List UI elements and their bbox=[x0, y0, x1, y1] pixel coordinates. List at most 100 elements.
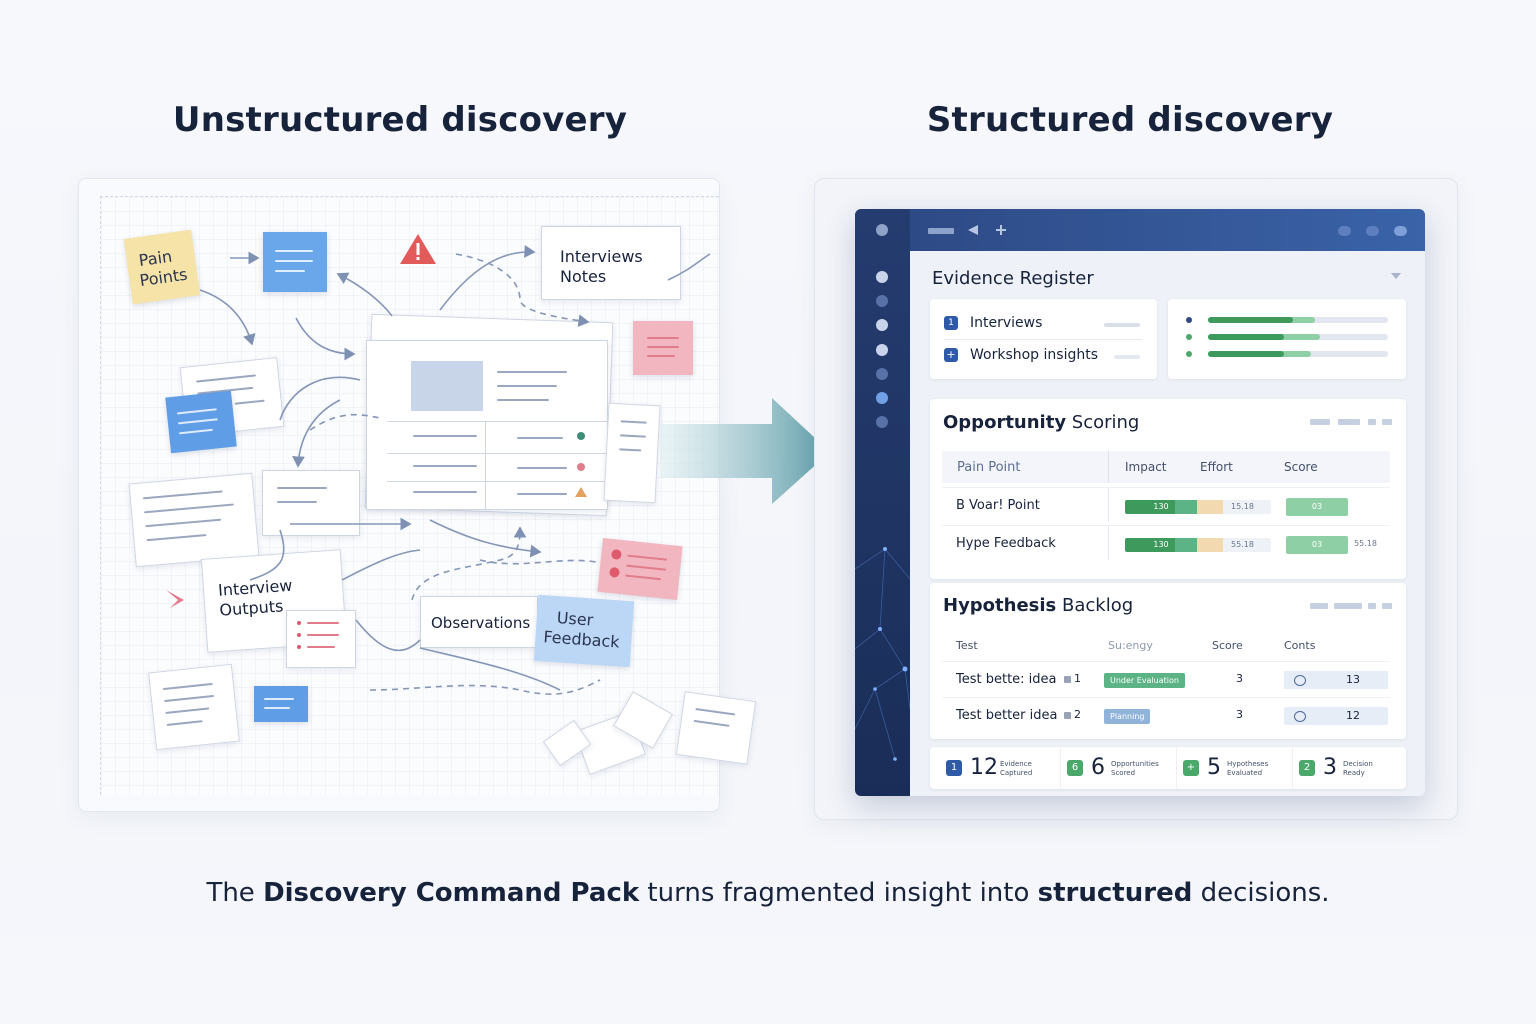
score-badge: 03 bbox=[1286, 536, 1348, 554]
stat-label-2: Scored bbox=[1111, 769, 1136, 777]
crumpled-paper-1 bbox=[675, 691, 757, 765]
interviews-notes-line2: Notes bbox=[560, 267, 607, 286]
count-pill: 13 bbox=[1284, 671, 1388, 689]
sidebar-nav-item-1[interactable] bbox=[876, 271, 888, 283]
add-insight-icon: + bbox=[944, 348, 958, 362]
row-pain-point-name: Hype Feedback bbox=[956, 536, 1056, 551]
discovery-app-window: Evidence Register 1 Interviews + Worksho… bbox=[855, 209, 1425, 796]
progress-fill-main bbox=[1208, 351, 1284, 357]
interviews-notes-card: Interviews Notes bbox=[541, 226, 681, 300]
col-effort[interactable]: Effort bbox=[1200, 460, 1233, 474]
count-chat-icon bbox=[1294, 711, 1306, 722]
count-pill: 12 bbox=[1284, 707, 1388, 725]
sidebar-nav-item-5[interactable] bbox=[876, 368, 888, 380]
blue-sticky-bottom bbox=[254, 686, 308, 722]
evidence-item-interviews[interactable]: 1 Interviews bbox=[944, 315, 1144, 335]
evidence-register-title: Evidence Register bbox=[932, 268, 1094, 289]
col-pain-point[interactable]: Pain Point bbox=[957, 460, 1020, 475]
stat-icon: 6 bbox=[1067, 760, 1083, 776]
progress-fill-main bbox=[1208, 317, 1293, 323]
evidence-collapse-chevron-icon[interactable] bbox=[1391, 273, 1401, 279]
doc-side-page bbox=[603, 402, 661, 504]
col-score[interactable]: Score bbox=[1284, 460, 1318, 474]
stat-icon: + bbox=[1183, 760, 1199, 776]
pink-sticky-lower bbox=[597, 537, 683, 601]
sidebar-nav-item-4[interactable] bbox=[876, 344, 888, 356]
stat-label-2: Ready bbox=[1343, 769, 1365, 777]
impact-bar: 130 55.18 bbox=[1125, 538, 1271, 552]
evidence-progress-row bbox=[1186, 334, 1396, 342]
stats-bar: 1 12 Evidence Captured 6 6 Opportunities Scored… bbox=[930, 747, 1406, 789]
blue-sticky-top bbox=[263, 232, 327, 292]
scoring-toolbar-icons[interactable] bbox=[1310, 419, 1394, 425]
sidebar-nav-dot-top[interactable] bbox=[876, 224, 888, 236]
paper-bottom-left bbox=[148, 663, 240, 751]
col-counts[interactable]: Conts bbox=[1284, 639, 1315, 652]
progress-dot bbox=[1186, 317, 1192, 323]
unstructured-heading: Unstructured discovery bbox=[172, 100, 628, 140]
topbar-window-dot-1[interactable] bbox=[1338, 226, 1351, 236]
stat-label-1: Hypotheses bbox=[1227, 760, 1269, 768]
backlog-table-row[interactable]: Test better idea 2 Planning 3 12 bbox=[942, 697, 1390, 732]
hypothesis-score: 3 bbox=[1236, 672, 1243, 685]
score-badge: 03 bbox=[1286, 498, 1348, 516]
paper-mid bbox=[262, 470, 360, 536]
status-dot-red bbox=[577, 463, 585, 471]
hypothesis-name: Test bette: idea bbox=[956, 672, 1057, 687]
status-badge[interactable]: Planning bbox=[1104, 709, 1151, 724]
stat-label-1: Opportunities bbox=[1111, 760, 1159, 768]
stat-label-1: Decision bbox=[1343, 760, 1373, 768]
backlog-toolbar-icons[interactable] bbox=[1310, 603, 1394, 609]
count-chat-icon bbox=[1294, 675, 1306, 686]
doc-stack-main bbox=[366, 340, 608, 510]
opportunity-scoring-section: Opportunity Scoring Pain Point Impact Ef… bbox=[930, 399, 1406, 579]
sidebar-nav-item-2[interactable] bbox=[876, 295, 888, 307]
pink-sticky-top bbox=[633, 321, 693, 375]
topbar-add-icon[interactable] bbox=[996, 225, 1006, 235]
topbar-window-dot-2[interactable] bbox=[1366, 226, 1379, 236]
sidebar-nav-item-7[interactable] bbox=[876, 416, 888, 428]
user-feedback-line1: User bbox=[556, 608, 594, 630]
interviews-icon: 1 bbox=[944, 316, 958, 330]
sidebar-nav-check-icon[interactable] bbox=[876, 392, 888, 404]
doc-chart-thumbnail bbox=[411, 361, 483, 411]
stat-icon: 1 bbox=[946, 760, 962, 776]
evidence-list-card: 1 Interviews + Workshop insights bbox=[930, 299, 1157, 379]
col-impact[interactable]: Impact bbox=[1125, 460, 1167, 474]
stat-value: 12 bbox=[970, 755, 998, 780]
hypothesis-backlog-title: Hypothesis Backlog bbox=[943, 595, 1134, 616]
backlog-table-header: Test Su:engy Score Conts bbox=[942, 631, 1390, 659]
effort-value: 15.18 bbox=[1231, 502, 1254, 511]
evidence-item-label: Workshop insights bbox=[970, 347, 1099, 363]
backlog-table-row[interactable]: Test bette: idea 1 Under Evaluation 3 13 bbox=[942, 661, 1390, 696]
user-feedback-line2: Feedback bbox=[542, 627, 621, 652]
user-feedback-note: User Feedback bbox=[533, 594, 635, 668]
col-score[interactable]: Score bbox=[1212, 639, 1243, 652]
progress-dot bbox=[1186, 334, 1192, 340]
effort-value: 55.18 bbox=[1231, 540, 1254, 549]
stat-icon: 2 bbox=[1299, 760, 1315, 776]
network-pattern-icon bbox=[855, 547, 910, 761]
scoring-table-row[interactable]: Hype Feedback 130 55.18 03 55.18 bbox=[942, 525, 1390, 560]
stat-value: 3 bbox=[1323, 755, 1337, 780]
topbar-window-dot-3[interactable] bbox=[1394, 226, 1407, 236]
score-extra: 55.18 bbox=[1354, 539, 1377, 548]
hypothesis-tag-icon bbox=[1064, 676, 1071, 683]
structured-heading: Structured discovery bbox=[926, 100, 1334, 140]
sidebar-nav-item-3[interactable] bbox=[876, 319, 888, 331]
col-test[interactable]: Test bbox=[956, 639, 978, 652]
hypothesis-number: 1 bbox=[1074, 672, 1081, 685]
col-strategy[interactable]: Su:engy bbox=[1108, 639, 1153, 652]
stat-value: 6 bbox=[1091, 755, 1105, 780]
pain-points-note: Pain Points bbox=[123, 229, 201, 305]
status-badge[interactable]: Under Evaluation bbox=[1104, 673, 1185, 688]
scoring-table-row[interactable]: B Voar! Point 130 15.18 03 bbox=[942, 487, 1390, 522]
impact-bar: 130 15.18 bbox=[1125, 500, 1271, 514]
stat-label-2: Evaluated bbox=[1227, 769, 1263, 777]
topbar-menu-icon[interactable] bbox=[928, 228, 954, 234]
hypothesis-number: 2 bbox=[1074, 708, 1081, 721]
count-value: 13 bbox=[1346, 673, 1360, 686]
topbar-back-icon[interactable] bbox=[968, 225, 978, 235]
scoring-table-header: Pain Point Impact Effort Score bbox=[942, 451, 1390, 483]
evidence-item-workshop[interactable]: + Workshop insights bbox=[944, 347, 1144, 367]
